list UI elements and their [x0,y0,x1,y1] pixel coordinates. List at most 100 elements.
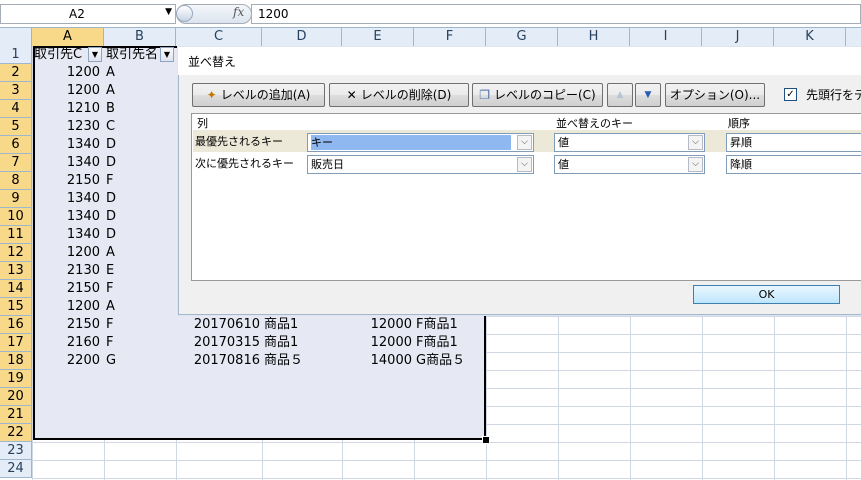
cell-c17[interactable]: 20170315 [178,334,260,352]
cell-d16[interactable]: 商品1 [264,316,340,334]
expand-icon[interactable] [176,5,193,22]
cell-a1[interactable]: 取引先C [34,46,90,64]
cell-b1[interactable]: 取引先名 [106,46,158,64]
cell-b9[interactable]: D [106,190,172,208]
cell-b5[interactable]: C [106,118,172,136]
cell-b18[interactable]: G [106,352,172,370]
cell-a9[interactable]: 1340 [34,190,100,208]
cell-a16[interactable]: 2150 [34,316,100,334]
cell-a4[interactable]: 1210 [34,100,100,118]
sort-order-select[interactable]: 降順 [726,155,861,174]
row-header-18[interactable]: 18 [0,352,32,370]
cell-a11[interactable]: 1340 [34,226,100,244]
cell-b10[interactable]: D [106,208,172,226]
column-header-g[interactable]: G [486,28,558,46]
row-header-1[interactable]: 1 [0,46,32,64]
row-header-7[interactable]: 7 [0,154,32,172]
cell-b7[interactable]: D [106,154,172,172]
cell-b2[interactable]: A [106,64,172,82]
cell-b15[interactable]: A [106,298,172,316]
cell-f16[interactable]: F商品1 [416,316,484,334]
row-header-22[interactable]: 22 [0,424,32,442]
sort-order-select[interactable]: 昇順 [726,133,861,152]
column-header-k[interactable]: K [774,28,846,46]
cell-b3[interactable]: A [106,82,172,100]
row-header-6[interactable]: 6 [0,136,32,154]
cell-a15[interactable]: 1200 [34,298,100,316]
column-header-c[interactable]: C [176,28,262,46]
cell-e17[interactable]: 12000 [344,334,412,352]
cell-a12[interactable]: 1200 [34,244,100,262]
cell-b6[interactable]: D [106,136,172,154]
row-header-15[interactable]: 15 [0,298,32,316]
header-row-checkbox[interactable]: ✓ [784,88,797,101]
column-header-b[interactable]: B [104,28,176,46]
row-header-20[interactable]: 20 [0,388,32,406]
row-header-11[interactable]: 11 [0,226,32,244]
row-header-13[interactable]: 13 [0,262,32,280]
filter-dropdown-icon[interactable]: ▼ [160,47,174,62]
ok-button[interactable]: OK [693,285,840,304]
column-header-d[interactable]: D [262,28,342,46]
name-box[interactable]: A2 ▼ [0,4,176,24]
cell-a8[interactable]: 2150 [34,172,100,190]
cell-b16[interactable]: F [106,316,172,334]
sort-column-select[interactable]: キー ⌵ [307,133,534,152]
row-header-4[interactable]: 4 [0,100,32,118]
cell-a5[interactable]: 1230 [34,118,100,136]
cell-a2[interactable]: 1200 [34,64,100,82]
chevron-down-icon[interactable]: ⌵ [688,157,703,172]
fill-handle[interactable] [482,436,490,444]
cell-a13[interactable]: 2130 [34,262,100,280]
chevron-down-icon[interactable]: ▼ [165,7,172,17]
cell-a10[interactable]: 1340 [34,208,100,226]
cell-b17[interactable]: F [106,334,172,352]
select-all-corner[interactable] [0,28,32,46]
row-header-5[interactable]: 5 [0,118,32,136]
cell-a7[interactable]: 1340 [34,154,100,172]
cell-c16[interactable]: 20170610 [178,316,260,334]
add-level-button[interactable]: ✦ レベルの追加(A) [192,83,325,107]
cell-f17[interactable]: F商品1 [416,334,484,352]
cell-a17[interactable]: 2160 [34,334,100,352]
insert-function-icon[interactable]: fx [233,5,244,19]
row-header-8[interactable]: 8 [0,172,32,190]
column-header-f[interactable]: F [414,28,486,46]
row-header-2[interactable]: 2 [0,64,32,82]
row-header-21[interactable]: 21 [0,406,32,424]
copy-level-button[interactable]: ❐ レベルのコピー(C) [472,83,603,107]
sort-on-select[interactable]: 値 ⌵ [554,133,705,152]
column-header-j[interactable]: J [702,28,774,46]
row-header-17[interactable]: 17 [0,334,32,352]
cell-a6[interactable]: 1340 [34,136,100,154]
cell-d18[interactable]: 商品５ [264,352,340,370]
cell-a14[interactable]: 2150 [34,280,100,298]
row-header-14[interactable]: 14 [0,280,32,298]
chevron-down-icon[interactable]: ⌵ [688,135,703,150]
cell-b8[interactable]: F [106,172,172,190]
cell-e18[interactable]: 14000 [344,352,412,370]
cell-a3[interactable]: 1200 [34,82,100,100]
chevron-down-icon[interactable]: ⌵ [517,157,532,172]
chevron-down-icon[interactable]: ⌵ [517,135,532,150]
cell-b11[interactable]: D [106,226,172,244]
cell-a18[interactable]: 2200 [34,352,100,370]
filter-dropdown-icon[interactable]: ▼ [88,47,102,62]
move-down-button[interactable]: ▼ [635,83,661,107]
row-header-9[interactable]: 9 [0,190,32,208]
row-header-12[interactable]: 12 [0,244,32,262]
cell-c18[interactable]: 20170816 [178,352,260,370]
row-header-16[interactable]: 16 [0,316,32,334]
sort-on-select[interactable]: 値 ⌵ [554,155,705,174]
row-header-3[interactable]: 3 [0,82,32,100]
sort-column-select[interactable]: 販売日 ⌵ [307,155,534,174]
cell-f18[interactable]: G商品５ [416,352,484,370]
move-up-button[interactable]: ▲ [607,83,633,107]
row-header-24[interactable]: 24 [0,460,32,478]
row-header-10[interactable]: 10 [0,208,32,226]
row-header-23[interactable]: 23 [0,442,32,460]
cell-e16[interactable]: 12000 [344,316,412,334]
delete-level-button[interactable]: ✕ レベルの削除(D) [329,83,469,107]
row-header-19[interactable]: 19 [0,370,32,388]
column-header-a[interactable]: A [32,28,104,46]
